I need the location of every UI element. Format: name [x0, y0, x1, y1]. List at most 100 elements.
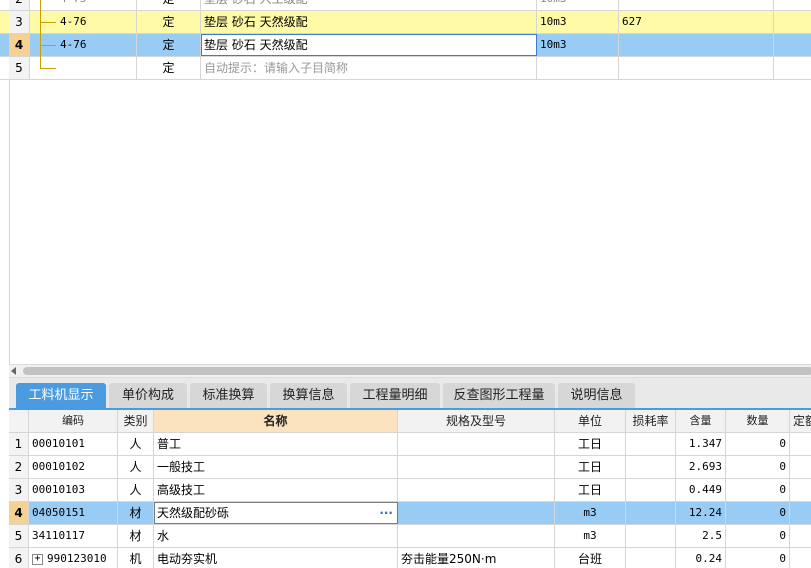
resource-quota[interactable] — [790, 525, 811, 547]
resource-quota[interactable] — [790, 479, 811, 501]
resource-unit[interactable]: 台班 — [555, 548, 626, 568]
item-quantity[interactable] — [619, 57, 774, 79]
resource-unit[interactable]: 工日 — [555, 456, 626, 478]
header-category[interactable]: 类别 — [118, 410, 154, 432]
item-unit[interactable]: 10m3 — [537, 11, 619, 33]
header-quota[interactable]: 定额 — [790, 410, 811, 432]
resource-quota[interactable] — [790, 548, 811, 568]
header-name[interactable]: 名称 — [154, 410, 398, 432]
resource-loss-rate[interactable] — [626, 479, 676, 501]
resource-code[interactable]: 990123010 — [47, 552, 107, 565]
resource-content[interactable]: 0.24 — [676, 548, 726, 568]
resource-row[interactable]: 2 00010102 人 一般技工 工日 2.693 0 — [9, 456, 811, 479]
header-content[interactable]: 含量 — [676, 410, 726, 432]
header-loss-rate[interactable]: 损耗率 — [626, 410, 676, 432]
resource-name[interactable]: 水 — [154, 525, 398, 547]
item-unit[interactable]: 10m3 — [537, 0, 619, 10]
resource-category[interactable]: 机 — [118, 548, 154, 568]
resource-name[interactable]: 一般技工 — [154, 456, 398, 478]
resource-loss-rate[interactable] — [626, 502, 676, 524]
resource-unit[interactable]: m3 — [555, 525, 626, 547]
item-name[interactable]: 垫层 砂石 人工级配 — [201, 0, 537, 10]
item-extra[interactable] — [774, 0, 811, 10]
resource-loss-rate[interactable] — [626, 456, 676, 478]
item-extra[interactable] — [774, 11, 811, 33]
resource-row[interactable]: 1 00010101 人 普工 工日 1.347 0 — [9, 433, 811, 456]
grid-empty-area[interactable] — [9, 80, 811, 364]
resource-amount[interactable]: 0 — [726, 525, 790, 547]
tab-quantity-detail[interactable]: 工程量明细 — [350, 383, 440, 408]
tab-standard-conversion[interactable]: 标准换算 — [190, 383, 267, 408]
item-extra[interactable] — [774, 34, 811, 56]
header-amount[interactable]: 数量 — [726, 410, 790, 432]
resource-amount[interactable]: 0 — [726, 502, 790, 524]
item-unit[interactable]: 10m3 — [537, 34, 619, 56]
header-unit[interactable]: 单位 — [555, 410, 626, 432]
item-name-editor[interactable]: 垫层 砂石 天然级配 — [201, 34, 537, 56]
tab-labor-material-machine[interactable]: 工料机显示 — [16, 383, 106, 408]
resource-row[interactable]: 6 +990123010 机 电动夯实机 夯击能量250N·m 台班 0.24 … — [9, 548, 811, 568]
resource-category[interactable]: 人 — [118, 433, 154, 455]
resource-name[interactable]: 电动夯实机 — [154, 548, 398, 568]
item-quantity[interactable]: 627 — [619, 11, 774, 33]
resource-code[interactable]: 00010103 — [29, 479, 118, 501]
resource-name[interactable]: 普工 — [154, 433, 398, 455]
resource-spec[interactable] — [398, 433, 555, 455]
resource-unit[interactable]: 工日 — [555, 433, 626, 455]
item-type[interactable]: 定 — [137, 11, 201, 33]
resource-name[interactable]: 天然级配砂砾 — [157, 506, 229, 520]
tab-description[interactable]: 说明信息 — [558, 383, 635, 408]
resource-spec[interactable]: 夯击能量250N·m — [398, 548, 555, 568]
resource-category[interactable]: 材 — [118, 525, 154, 547]
item-quantity[interactable] — [619, 34, 774, 56]
resource-content[interactable]: 0.449 — [676, 479, 726, 501]
top-row-selected[interactable]: 4 4-76 定 垫层 砂石 天然级配 10m3 — [0, 34, 811, 57]
scroll-left-arrow-icon[interactable] — [11, 367, 16, 375]
resource-spec[interactable] — [398, 479, 555, 501]
resource-row[interactable]: 5 34110117 材 水 m3 2.5 0 — [9, 525, 811, 548]
resource-content[interactable]: 2.693 — [676, 456, 726, 478]
header-spec[interactable]: 规格及型号 — [398, 410, 555, 432]
resource-content[interactable]: 12.24 — [676, 502, 726, 524]
header-code[interactable]: 编码 — [29, 410, 118, 432]
resource-amount[interactable]: 0 — [726, 479, 790, 501]
resource-category[interactable]: 材 — [118, 502, 154, 524]
resource-name-editor[interactable]: 天然级配砂砾 ··· — [154, 502, 398, 524]
item-type[interactable]: 定 — [137, 34, 201, 56]
resource-category[interactable]: 人 — [118, 456, 154, 478]
resource-unit[interactable]: m3 — [555, 502, 626, 524]
ellipsis-icon[interactable]: ··· — [379, 503, 393, 523]
item-quantity[interactable] — [619, 0, 774, 10]
top-row[interactable]: 2 4-75 定 垫层 砂石 人工级配 10m3 — [0, 0, 811, 11]
resource-content[interactable]: 1.347 — [676, 433, 726, 455]
resource-code-cell[interactable]: +990123010 — [29, 548, 118, 568]
top-row[interactable]: 5 定 自动提示：请输入子目简称 — [0, 57, 811, 80]
scrollbar-thumb[interactable] — [23, 367, 811, 375]
auto-hint-text[interactable]: 自动提示：请输入子目简称 — [201, 57, 537, 79]
item-name[interactable]: 垫层 砂石 天然级配 — [201, 11, 537, 33]
item-extra[interactable] — [774, 57, 811, 79]
resource-code[interactable]: 00010102 — [29, 456, 118, 478]
resource-loss-rate[interactable] — [626, 548, 676, 568]
resource-spec[interactable] — [398, 456, 555, 478]
resource-loss-rate[interactable] — [626, 525, 676, 547]
item-type[interactable]: 定 — [137, 57, 201, 79]
resource-row-selected[interactable]: 4 04050151 材 天然级配砂砾 ··· m3 12.24 0 — [9, 502, 811, 525]
tab-unit-price[interactable]: 单价构成 — [109, 383, 187, 408]
resource-code[interactable]: 34110117 — [29, 525, 118, 547]
resource-quota[interactable] — [790, 433, 811, 455]
resource-row[interactable]: 3 00010103 人 高级技工 工日 0.449 0 — [9, 479, 811, 502]
resource-name[interactable]: 高级技工 — [154, 479, 398, 501]
resource-spec[interactable] — [398, 525, 555, 547]
plus-expander-icon[interactable]: + — [32, 553, 43, 565]
top-row[interactable]: 3 4-76 定 垫层 砂石 天然级配 10m3 627 — [0, 11, 811, 34]
item-code[interactable]: 4-75 — [30, 0, 137, 10]
resource-content[interactable]: 2.5 — [676, 525, 726, 547]
resource-category[interactable]: 人 — [118, 479, 154, 501]
resource-code[interactable]: 04050151 — [29, 502, 118, 524]
horizontal-scrollbar[interactable] — [9, 364, 811, 378]
item-type[interactable]: 定 — [137, 0, 201, 10]
tab-reverse-lookup[interactable]: 反查图形工程量 — [443, 383, 555, 408]
resource-amount[interactable]: 0 — [726, 456, 790, 478]
resource-code[interactable]: 00010101 — [29, 433, 118, 455]
